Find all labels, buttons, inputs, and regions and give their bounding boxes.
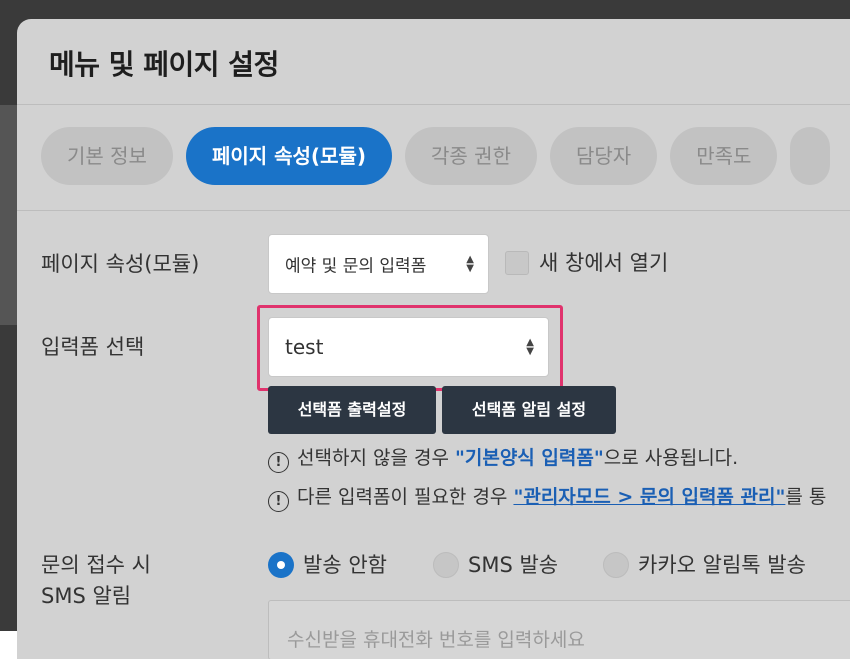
radio-kakao-send-label: 카카오 알림톡 발송 [638,553,806,577]
phone-number-placeholder: 수신받을 휴대전화 번호를 입력하세요 [287,629,585,651]
tab-permissions[interactable]: 각종 권한 [405,127,537,185]
note-default-form: ! 선택하지 않을 경우 "기본양식 입력폼"으로 사용됩니다. [268,444,738,473]
tab-satisfaction[interactable]: 만족도 [670,127,778,185]
form-alert-settings-button[interactable]: 선택폼 알림 설정 [442,386,616,434]
radio-no-send-label: 발송 안함 [303,553,387,577]
settings-modal: 메뉴 및 페이지 설정 기본 정보 페이지 속성(모듈) 각종 권한 담당자 만족도 페… [17,19,850,659]
tab-manager[interactable]: 담당자 [549,127,658,185]
select-arrows-icon: ▲ ▼ [466,254,474,274]
radio-sms-send[interactable] [433,552,459,578]
info-icon: ! [268,452,289,473]
form-select-dropdown[interactable]: test ▲ ▼ [268,317,549,377]
note-admin-form: ! 다른 입력폼이 필요한 경우 "관리자모드 > 문의 입력폼 관리"를 통 [268,483,826,512]
page-attribute-value: 예약 및 문의 입력폼 [285,256,427,277]
form-output-settings-button[interactable]: 선택폼 출력설정 [268,386,436,434]
radio-sms-send-label: SMS 발송 [468,553,559,577]
tab-divider [17,210,850,211]
tab-bar: 기본 정보 페이지 속성(모듈) 각종 권한 담당자 만족도 [41,127,843,187]
radio-kakao-send[interactable] [603,552,629,578]
page-attribute-select[interactable]: 예약 및 문의 입력폼 ▲ ▼ [268,234,489,294]
phone-number-input[interactable]: 수신받을 휴대전화 번호를 입력하세요 [268,600,850,659]
sms-notify-label-line1: 문의 접수 시 [41,553,151,577]
tab-basic-info[interactable]: 기본 정보 [41,127,173,185]
form-select-value: test [285,335,324,359]
form-select-label: 입력폼 선택 [41,335,145,359]
new-window-label: 새 창에서 열기 [539,251,669,275]
sms-notify-label-line2: SMS 알림 [41,584,132,608]
modal-title: 메뉴 및 페이지 설정 [49,48,279,81]
new-window-checkbox[interactable] [505,251,529,275]
tab-page-attribute[interactable]: 페이지 속성(모듈) [185,127,393,185]
modal-header: 메뉴 및 페이지 설정 [17,19,850,105]
page-attribute-label: 페이지 속성(모듈) [41,252,200,276]
radio-no-send[interactable] [268,552,294,578]
tab-more[interactable] [790,127,831,185]
select-arrows-icon: ▲ ▼ [526,337,534,357]
admin-form-link[interactable]: "관리자모드 > 문의 입력폼 관리" [513,486,785,508]
info-icon: ! [268,491,289,512]
